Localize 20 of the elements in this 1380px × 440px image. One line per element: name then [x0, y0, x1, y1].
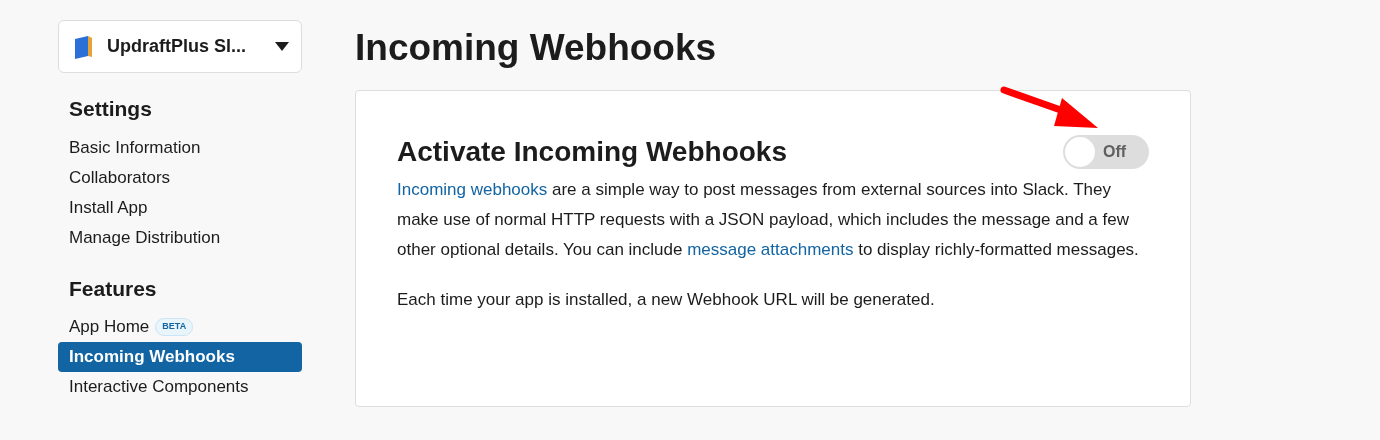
workspace-switcher[interactable]: UpdraftPlus Sl... — [58, 20, 302, 73]
text-link[interactable]: Incoming webhooks — [397, 180, 548, 199]
sidebar-item[interactable]: Install App — [58, 192, 302, 223]
sidebar-item[interactable]: Interactive Components — [58, 372, 302, 402]
sidebar-item[interactable]: App Home BETA — [58, 312, 302, 342]
sidebar-item[interactable]: Basic Information — [58, 132, 302, 163]
caret-icon — [275, 42, 289, 51]
section-heading: Features — [68, 275, 158, 302]
description-text: Incoming webhooks are a simple way to post messages from external sources into Slack. They make use of normal HTTP requests with a JSON payload, which includes the message and a few other optional details. You can include message attachments to display richly-formatted messages. — [397, 179, 1140, 261]
text-link[interactable]: message attachments — [687, 240, 854, 259]
toggle-switch[interactable]: Off — [1063, 135, 1149, 169]
section-heading: Settings — [68, 96, 153, 122]
card-heading: Activate Incoming Webhooks — [397, 135, 787, 169]
beta-badge: BETA — [155, 318, 194, 336]
page-title: Incoming Webhooks — [355, 26, 718, 70]
arrow-icon — [1000, 86, 1100, 130]
sidebar-item[interactable]: Incoming Webhooks — [58, 342, 302, 372]
sidebar-item[interactable]: Manage Distribution — [58, 222, 302, 253]
sidebar-item[interactable]: Collaborators — [58, 162, 302, 193]
description-text: Each time your app is installed, a new Webhook URL will be generated. — [397, 289, 936, 311]
